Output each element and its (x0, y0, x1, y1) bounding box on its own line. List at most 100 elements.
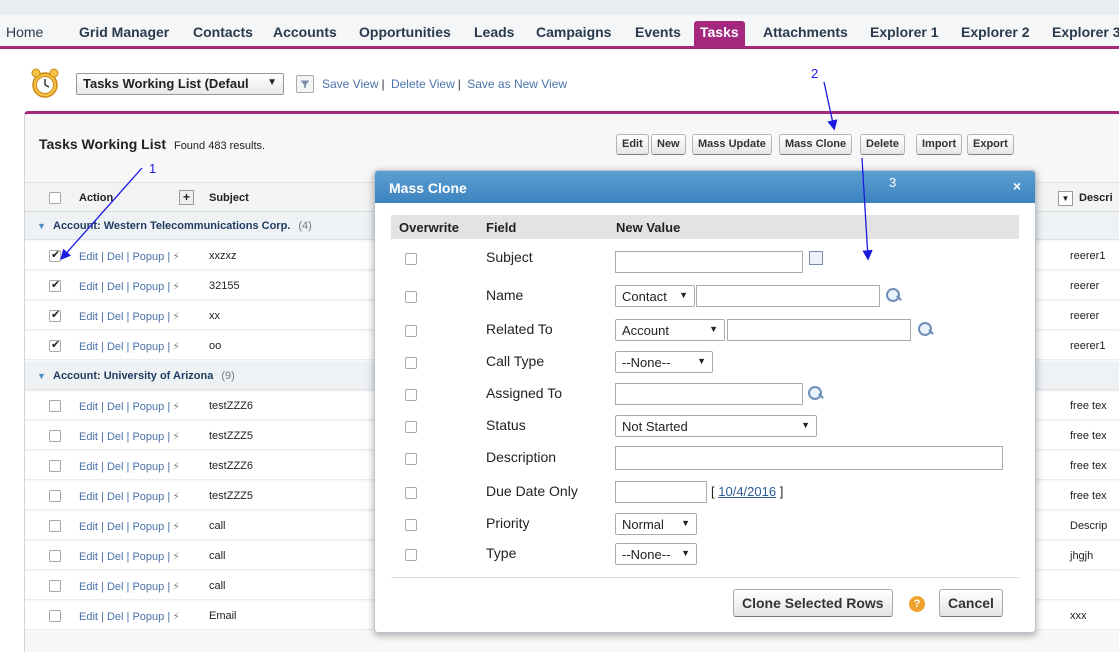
header-subject[interactable]: Subject (209, 192, 249, 204)
row-popup-link[interactable]: Popup (132, 341, 164, 353)
lightning-icon[interactable]: ⚡ (172, 461, 180, 473)
overwrite-description-checkbox[interactable] (405, 453, 417, 465)
row-popup-link[interactable]: Popup (132, 491, 164, 503)
help-icon[interactable]: ? (909, 596, 925, 612)
row-subject[interactable]: call (209, 550, 226, 562)
row-edit-link[interactable]: Edit (79, 251, 98, 263)
status-select[interactable]: Not Started ▼ (615, 415, 817, 437)
row-subject[interactable]: testZZZ6 (209, 400, 253, 412)
select-all-checkbox[interactable] (49, 192, 61, 204)
row-subject[interactable]: xxzxz (209, 250, 237, 262)
mass-clone-button[interactable]: Mass Clone (779, 134, 853, 155)
tab-attachments[interactable]: Attachments (763, 24, 848, 40)
collapse-triangle-icon[interactable]: ▼ (37, 221, 46, 231)
row-checkbox[interactable] (49, 278, 61, 292)
tab-contacts[interactable]: Contacts (193, 24, 253, 40)
row-popup-link[interactable]: Popup (132, 551, 164, 563)
cancel-button[interactable]: Cancel (939, 589, 1003, 617)
related-to-input[interactable] (727, 319, 911, 341)
row-del-link[interactable]: Del (107, 311, 124, 323)
tab-leads[interactable]: Leads (474, 24, 514, 40)
overwrite-type-checkbox[interactable] (405, 549, 417, 561)
view-select[interactable]: Tasks Working List (Defaul ▼ (76, 73, 284, 95)
mass-update-button[interactable]: Mass Update (692, 134, 772, 155)
row-edit-link[interactable]: Edit (79, 551, 98, 563)
row-popup-link[interactable]: Popup (132, 281, 164, 293)
filter-icon[interactable] (296, 75, 314, 93)
tab-explorer-1[interactable]: Explorer 1 (870, 24, 938, 40)
row-checkbox[interactable] (49, 400, 61, 412)
row-checkbox[interactable] (49, 610, 61, 622)
row-subject[interactable]: call (209, 580, 226, 592)
tab-explorer-3[interactable]: Explorer 3 (1052, 24, 1119, 40)
overwrite-call-type-checkbox[interactable] (405, 357, 417, 369)
lightning-icon[interactable]: ⚡ (172, 521, 180, 533)
clone-selected-rows-button[interactable]: Clone Selected Rows (733, 589, 893, 617)
row-checkbox[interactable] (49, 248, 61, 262)
call-type-select[interactable]: --None-- ▼ (615, 351, 713, 373)
overwrite-related-checkbox[interactable] (405, 325, 417, 337)
overwrite-status-checkbox[interactable] (405, 421, 417, 433)
lightning-icon[interactable]: ⚡ (172, 581, 180, 593)
edit-button[interactable]: Edit (616, 134, 649, 155)
row-del-link[interactable]: Del (107, 491, 124, 503)
due-date-input[interactable] (615, 481, 707, 503)
save-as-new-view-link[interactable]: Save as New View (467, 77, 567, 91)
export-button[interactable]: Export (967, 134, 1014, 155)
subject-picker-icon[interactable] (809, 251, 823, 265)
row-popup-link[interactable]: Popup (132, 461, 164, 473)
row-del-link[interactable]: Del (107, 401, 124, 413)
assigned-lookup-icon[interactable] (807, 385, 825, 401)
tab-grid-manager[interactable]: Grid Manager (79, 24, 169, 40)
overwrite-due-date-checkbox[interactable] (405, 487, 417, 499)
row-subject[interactable]: xx (209, 310, 220, 322)
row-subject[interactable]: 32155 (209, 280, 240, 292)
lightning-icon[interactable]: ⚡ (172, 281, 180, 293)
row-edit-link[interactable]: Edit (79, 341, 98, 353)
row-checkbox[interactable] (49, 490, 61, 502)
assigned-to-input[interactable] (615, 383, 803, 405)
overwrite-subject-checkbox[interactable] (405, 253, 417, 265)
new-button[interactable]: New (651, 134, 686, 155)
row-edit-link[interactable]: Edit (79, 281, 98, 293)
tab-events[interactable]: Events (635, 24, 681, 40)
row-subject[interactable]: testZZZ5 (209, 430, 253, 442)
row-edit-link[interactable]: Edit (79, 581, 98, 593)
lightning-icon[interactable]: ⚡ (172, 251, 180, 263)
type-select[interactable]: --None-- ▼ (615, 543, 697, 565)
row-popup-link[interactable]: Popup (132, 311, 164, 323)
row-popup-link[interactable]: Popup (132, 581, 164, 593)
lightning-icon[interactable]: ⚡ (172, 341, 180, 353)
subject-input[interactable] (615, 251, 803, 273)
row-checkbox[interactable] (49, 308, 61, 322)
overwrite-name-checkbox[interactable] (405, 291, 417, 303)
row-del-link[interactable]: Del (107, 251, 124, 263)
description-textarea[interactable] (615, 446, 1003, 470)
tab-accounts[interactable]: Accounts (273, 24, 337, 40)
row-del-link[interactable]: Del (107, 551, 124, 563)
row-subject[interactable]: Email (209, 610, 237, 622)
row-edit-link[interactable]: Edit (79, 521, 98, 533)
import-button[interactable]: Import (916, 134, 963, 155)
row-edit-link[interactable]: Edit (79, 491, 98, 503)
lightning-icon[interactable]: ⚡ (172, 551, 180, 563)
row-checkbox[interactable] (49, 430, 61, 442)
row-del-link[interactable]: Del (107, 431, 124, 443)
tab-explorer-2[interactable]: Explorer 2 (961, 24, 1029, 40)
row-del-link[interactable]: Del (107, 341, 124, 353)
row-popup-link[interactable]: Popup (132, 251, 164, 263)
row-checkbox[interactable] (49, 460, 61, 472)
overwrite-priority-checkbox[interactable] (405, 519, 417, 531)
row-subject[interactable]: oo (209, 340, 221, 352)
row-edit-link[interactable]: Edit (79, 401, 98, 413)
row-del-link[interactable]: Del (107, 521, 124, 533)
row-edit-link[interactable]: Edit (79, 611, 98, 623)
tab-home[interactable]: Home (6, 24, 43, 40)
row-edit-link[interactable]: Edit (79, 461, 98, 473)
row-edit-link[interactable]: Edit (79, 311, 98, 323)
row-subject[interactable]: testZZZ5 (209, 490, 253, 502)
due-date-link-text[interactable]: 10/4/2016 (718, 484, 776, 499)
row-popup-link[interactable]: Popup (132, 611, 164, 623)
row-del-link[interactable]: Del (107, 611, 124, 623)
close-icon[interactable]: × (1013, 178, 1021, 194)
